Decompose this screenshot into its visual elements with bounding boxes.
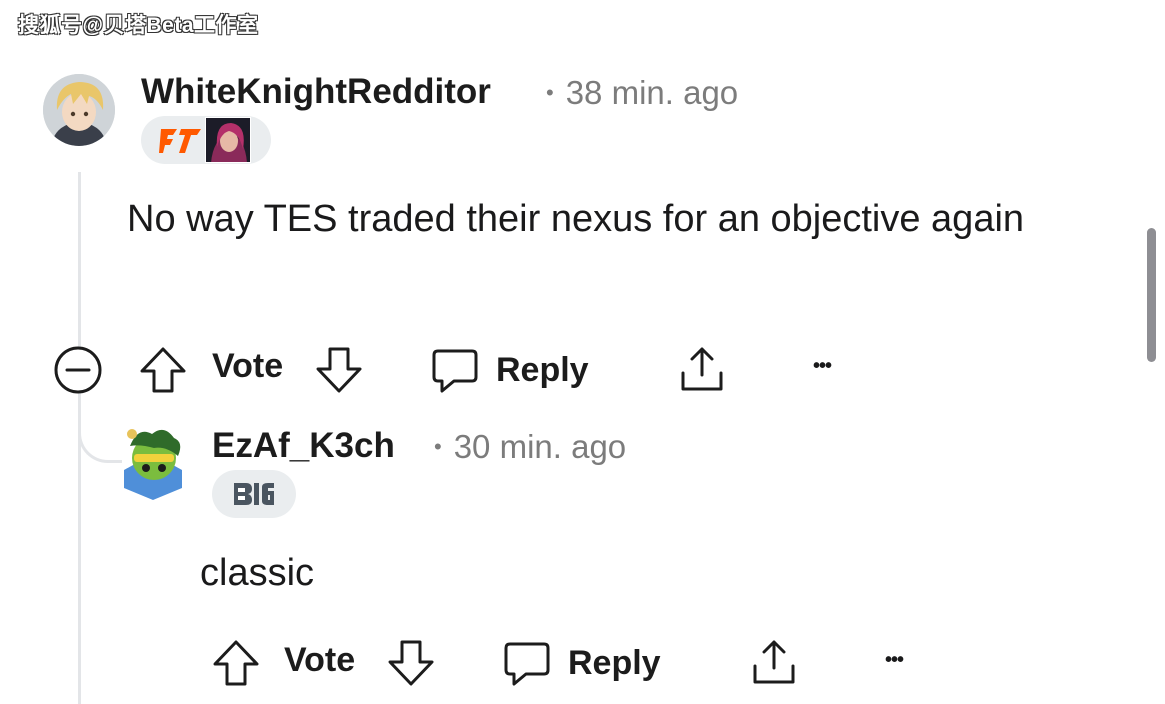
downvote-arrow-icon bbox=[316, 347, 362, 393]
upvote-button[interactable] bbox=[138, 345, 188, 395]
share-icon bbox=[681, 347, 723, 391]
collapse-icon bbox=[54, 346, 102, 394]
timestamp: 38 min. ago bbox=[565, 74, 739, 111]
blg-logo-icon bbox=[230, 479, 278, 509]
vote-count: Vote bbox=[212, 347, 284, 385]
username[interactable]: EzAf_K3ch bbox=[212, 426, 395, 466]
reply-label: Reply bbox=[568, 643, 661, 682]
downvote-button[interactable] bbox=[386, 638, 436, 688]
scrollbar[interactable] bbox=[1147, 228, 1156, 362]
reply-bubble-icon bbox=[432, 349, 478, 393]
fnatic-logo-icon bbox=[159, 125, 203, 155]
comment-body: No way TES traded their nexus for an obj… bbox=[127, 198, 1025, 240]
collapse-button[interactable] bbox=[53, 345, 103, 395]
share-button[interactable] bbox=[749, 638, 799, 688]
comment-body: classic bbox=[200, 552, 315, 594]
comment-meta: • 30 min. ago bbox=[434, 428, 626, 466]
more-options-button[interactable]: ••• bbox=[885, 649, 904, 672]
downvote-arrow-icon bbox=[388, 640, 434, 686]
reply-bubble-icon bbox=[504, 642, 550, 686]
upvote-arrow-icon bbox=[213, 640, 259, 686]
watermark: 搜狐号@贝塔Beta工作室 bbox=[18, 14, 259, 37]
upvote-arrow-icon bbox=[140, 347, 186, 393]
avatar[interactable] bbox=[118, 424, 188, 500]
vote-count: Vote bbox=[284, 641, 356, 679]
reply-label: Reply bbox=[496, 350, 589, 389]
share-icon bbox=[753, 640, 795, 684]
thread-line-branch bbox=[78, 395, 122, 463]
more-options-icon: ••• bbox=[885, 649, 904, 671]
user-flair bbox=[141, 116, 271, 164]
more-options-icon: ••• bbox=[813, 355, 832, 377]
username[interactable]: WhiteKnightRedditor bbox=[141, 72, 491, 112]
reply-button[interactable]: Reply bbox=[502, 638, 661, 688]
downvote-button[interactable] bbox=[314, 345, 364, 395]
timestamp: 30 min. ago bbox=[453, 428, 627, 465]
champion-portrait-icon bbox=[205, 117, 251, 163]
reply-button[interactable]: Reply bbox=[430, 345, 589, 395]
separator-dot: • bbox=[434, 434, 442, 459]
upvote-button[interactable] bbox=[211, 638, 261, 688]
comment-meta: • 38 min. ago bbox=[546, 74, 738, 112]
separator-dot: • bbox=[546, 80, 554, 105]
avatar[interactable] bbox=[43, 74, 115, 146]
share-button[interactable] bbox=[677, 345, 727, 395]
more-options-button[interactable]: ••• bbox=[813, 355, 832, 378]
user-flair bbox=[212, 470, 296, 518]
